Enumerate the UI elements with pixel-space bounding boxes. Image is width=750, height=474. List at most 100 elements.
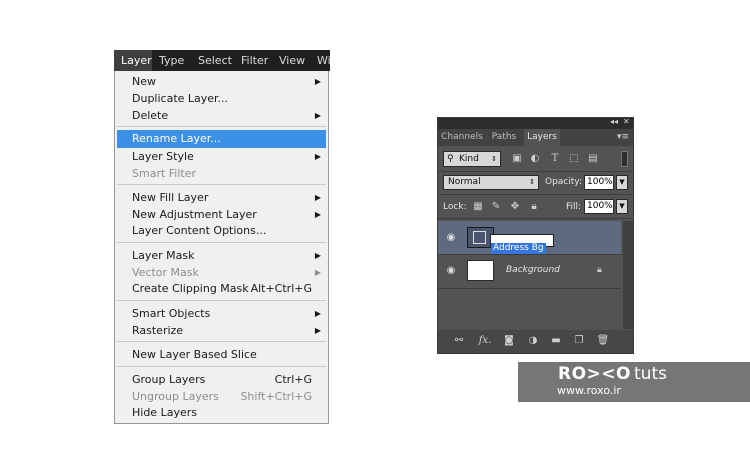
lock-image-pixels-icon[interactable]: ✎ [490,201,502,213]
menu-layer[interactable]: Layer [114,50,152,71]
panel-tabs: Channels Paths Layers ▾≡ [438,129,633,146]
fx-icon[interactable]: fx. [478,334,492,348]
layer-lock-icon: 🔒︎ [597,265,602,275]
submenu-arrow-icon: ▶ [314,193,321,202]
watermark-banner: RO><O tuts www.roxo.ir [518,362,750,402]
pixel-filter-icon[interactable]: ▣ [510,151,524,167]
trash-icon[interactable]: 🗑︎ [596,334,610,348]
submenu-arrow-icon: ▶ [314,111,321,120]
menu-item-label: Duplicate Layer... [132,92,229,105]
menu-item-label: Delete [132,109,169,122]
adjustment-filter-icon[interactable]: ◐ [528,151,542,167]
menu-separator [117,300,326,301]
layer-name-selected-text: Address Bg [491,243,546,254]
submenu-arrow-icon: ▶ [314,152,321,161]
submenu-arrow-icon: ▶ [314,77,321,86]
panel-divider [438,218,633,219]
updown-arrow-icon: ⇕ [491,155,497,163]
group-folder-icon[interactable]: ▬ [549,334,563,348]
menu-item-duplicate-layer[interactable]: Duplicate Layer... [117,90,326,107]
panel-bottom-bar: ⚯ fx. ◙ ◑ ▬ ❐ 🗑︎ [438,330,633,353]
layer-row-background[interactable]: ◉ Background 🔒︎ [438,255,621,288]
close-panel-icon[interactable]: ✕ [623,117,630,126]
menu-item-vector-mask: Vector Mask ▶ [117,264,326,281]
menu-type[interactable]: Type [159,50,184,71]
menu-item-delete[interactable]: Delete ▶ [117,107,326,124]
visibility-eye-icon[interactable]: ◉ [445,232,457,243]
menu-item-shortcut: Ctrl+G [274,373,312,386]
submenu-arrow-icon: ▶ [314,326,321,335]
menu-item-label: Layer Mask [132,249,195,262]
tab-layers[interactable]: Layers [524,129,560,146]
mask-icon[interactable]: ◙ [502,334,516,348]
menu-separator [117,126,326,127]
menu-window[interactable]: Wi [317,50,330,71]
panel-divider [438,194,633,195]
layer-menu: New ▶ Duplicate Layer... Delete ▶ Rename… [114,71,329,424]
menu-item-ungroup-layers: Ungroup Layers Shift+Ctrl+G [117,388,326,405]
tab-paths[interactable]: Paths [488,129,520,146]
menu-item-layer-style[interactable]: Layer Style ▶ [117,148,326,165]
menu-item-group-layers[interactable]: Group Layers Ctrl+G [117,371,326,388]
opacity-input[interactable]: 100% [584,175,614,190]
tab-channels[interactable]: Channels [440,129,484,146]
smart-object-filter-icon[interactable]: ▤ [586,151,600,167]
panel-title-bar: ◂◂ ✕ [438,117,633,129]
menu-item-label: Create Clipping Mask [132,282,249,295]
menu-item-new-fill-layer[interactable]: New Fill Layer ▶ [117,189,326,206]
type-filter-icon[interactable]: T [548,151,562,167]
menu-item-label: New Adjustment Layer [132,208,257,221]
panel-divider [438,171,633,172]
layers-scrollbar[interactable] [623,221,633,329]
menu-item-label: Layer Content Options... [132,224,267,237]
menu-item-rename-layer[interactable]: Rename Layer... [117,130,326,148]
menu-item-label: Hide Layers [132,406,197,419]
lock-position-icon[interactable]: ✥ [509,201,521,213]
menu-item-rasterize[interactable]: Rasterize ▶ [117,322,326,339]
menu-item-layer-content-options[interactable]: Layer Content Options... [117,222,326,239]
panel-menu-icon[interactable]: ▾≡ [617,129,629,146]
menu-item-shortcut: Shift+Ctrl+G [240,390,312,403]
menu-item-label: Rename Layer... [132,132,221,145]
menu-item-layer-mask[interactable]: Layer Mask ▶ [117,247,326,264]
menu-item-new-layer-based-slice[interactable]: New Layer Based Slice [117,346,326,363]
shape-filter-icon[interactable]: ⬚ [567,151,581,167]
search-icon: ⚲ [447,154,454,164]
filter-toggle-switch[interactable] [621,151,628,167]
menu-item-label: New Fill Layer [132,191,209,204]
link-icon[interactable]: ⚯ [452,334,466,348]
opacity-dropdown-button[interactable]: ▼ [616,175,628,190]
collapse-panel-icon[interactable]: ◂◂ [610,117,618,126]
menu-item-label: New [132,75,156,88]
menu-view[interactable]: View [279,50,305,71]
menu-separator [117,184,326,185]
menu-item-label: Ungroup Layers [132,390,219,403]
menu-bar: Layer Type Select Filter View Wi [114,50,330,71]
layer-name: Background [506,265,560,275]
fill-input[interactable]: 100% [584,199,614,214]
menu-filter[interactable]: Filter [241,50,268,71]
menu-item-new-adjustment-layer[interactable]: New Adjustment Layer ▶ [117,206,326,223]
layer-name-input[interactable]: Address Bg [490,234,554,254]
menu-separator [117,366,326,367]
adjustment-icon[interactable]: ◑ [526,334,540,348]
filter-kind-select[interactable]: ⚲ Kind ⇕ [443,151,501,167]
watermark-tuts: tuts [634,364,667,384]
visibility-eye-icon[interactable]: ◉ [445,265,457,276]
lock-all-icon[interactable]: 🔒︎ [528,201,540,213]
lock-transparent-pixels-icon[interactable]: ▦ [472,201,484,213]
opacity-label: Opacity: [545,177,582,187]
menu-item-label: New Layer Based Slice [132,348,257,361]
menu-item-label: Vector Mask [132,266,199,279]
new-layer-icon[interactable]: ❐ [572,334,586,348]
blend-mode-select[interactable]: Normal ⇕ [443,175,539,190]
menu-item-smart-objects[interactable]: Smart Objects ▶ [117,305,326,322]
menu-item-new[interactable]: New ▶ [117,73,326,90]
fill-dropdown-button[interactable]: ▼ [616,199,628,214]
menu-select[interactable]: Select [198,50,232,71]
menu-item-create-clipping-mask[interactable]: Create Clipping Mask Alt+Ctrl+G [117,280,326,297]
menu-separator [117,341,326,342]
blend-mode-label: Normal [448,177,481,187]
menu-item-hide-layers[interactable]: Hide Layers [117,404,326,421]
white-thumbnail-icon [467,260,494,281]
